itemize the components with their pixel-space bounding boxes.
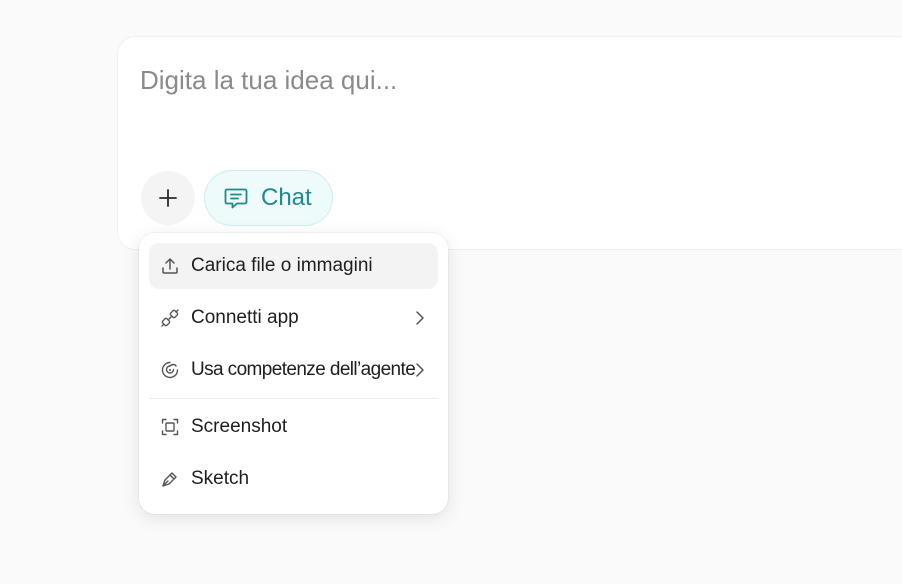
brain-icon [160,360,180,380]
prompt-input[interactable] [140,65,840,96]
menu-item-agent-skills[interactable]: Usa competenze dell’agente [149,347,438,393]
plug-connect-icon [160,308,180,328]
chat-mode-label: Chat [261,184,312,211]
menu-item-label: Usa competenze dell’agente [191,359,416,380]
menu-item-upload[interactable]: Carica file o immagini [149,243,438,289]
chevron-right-icon [416,311,424,325]
menu-divider [149,398,438,399]
menu-item-label: Carica file o immagini [191,255,373,276]
prompt-composer: Chat [117,36,902,250]
menu-item-sketch[interactable]: Sketch [149,456,438,502]
page: Chat Carica file o immagini [0,0,902,584]
chat-bubble-icon [224,188,248,209]
menu-item-screenshot[interactable]: Screenshot [149,404,438,450]
pen-icon [160,469,180,489]
menu-item-label: Sketch [191,468,250,489]
menu-item-connect-apps[interactable]: Connetti app [149,295,438,341]
menu-item-label: Screenshot [191,416,288,437]
menu-item-label: Connetti app [191,307,299,328]
attachment-menu: Carica file o immagini Connetti app Usa … [139,233,448,514]
chevron-right-icon [416,363,424,377]
screenshot-frame-icon [160,417,180,437]
add-attachment-button[interactable] [141,171,195,225]
chat-mode-chip[interactable]: Chat [204,170,333,226]
upload-icon [160,256,180,276]
plus-icon [159,189,177,207]
